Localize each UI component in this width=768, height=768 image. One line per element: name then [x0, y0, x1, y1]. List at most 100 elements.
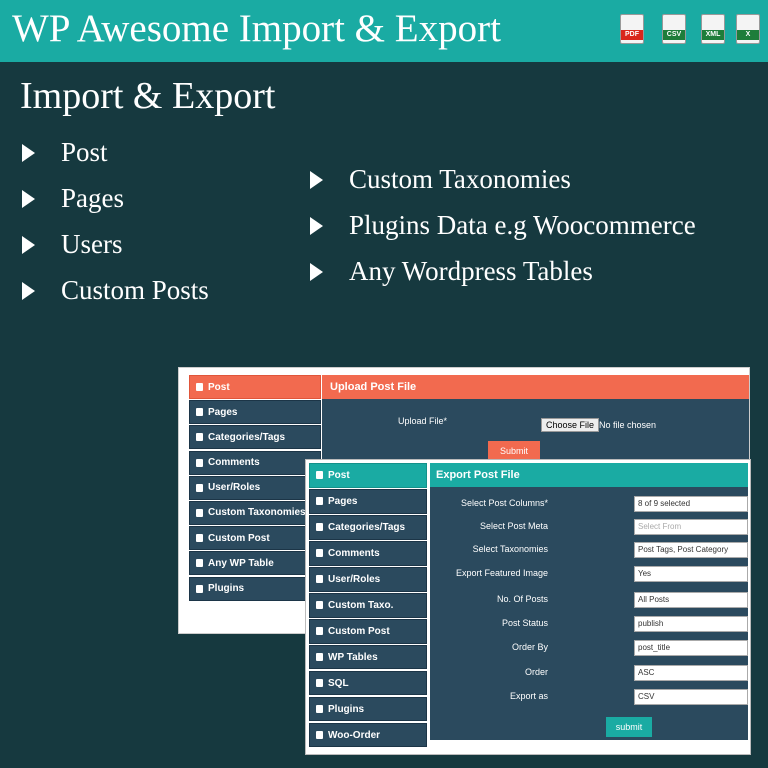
database-icon [316, 601, 323, 610]
menu-item-label: User/Roles [208, 482, 261, 494]
database-icon [316, 523, 323, 532]
field-select[interactable]: All Posts [634, 592, 748, 608]
menu-item-label: Pages [328, 495, 358, 507]
csv-file-icon: CSV [662, 14, 686, 44]
arrow-bullet-icon [22, 189, 35, 208]
menu-item-label: Custom Taxo. [328, 599, 394, 611]
menu-item-plugins[interactable]: Plugins [189, 576, 321, 601]
database-icon [316, 705, 323, 714]
arrow-bullet-icon [310, 170, 323, 189]
menu-item-label: User/Roles [328, 573, 381, 585]
arrow-bullet-icon [310, 262, 323, 281]
menu-item-custom-post[interactable]: Custom Post [309, 618, 427, 644]
field-label: Select Taxonomies [472, 544, 548, 554]
feature-item: Custom Posts [22, 275, 209, 306]
xml-file-icon: XML [701, 14, 725, 44]
feature-item: Custom Taxonomies [310, 164, 571, 195]
title-banner: WP Awesome Import & Export PDF CSV XML X [0, 0, 768, 62]
menu-item-label: Woo-Order [328, 729, 381, 741]
menu-item-label: Categories/Tags [328, 521, 406, 533]
export-form: Export Post File Select Post Columns* 8 o… [430, 463, 748, 740]
export-field-row: Order By post_title [430, 640, 748, 658]
field-label: Export as [509, 691, 548, 701]
menu-item-post[interactable]: Post [189, 375, 321, 399]
menu-item-categories-tags[interactable]: Categories/Tags [309, 514, 427, 540]
database-icon [196, 458, 203, 467]
menu-item-pages[interactable]: Pages [189, 400, 321, 425]
menu-item-label: Comments [328, 547, 380, 559]
export-field-row: Export as CSV [430, 689, 748, 707]
feature-item: Any Wordpress Tables [310, 256, 593, 287]
menu-item-label: Post [328, 469, 350, 481]
field-select[interactable]: Post Tags, Post Category [634, 542, 748, 558]
field-select[interactable]: post_title [634, 640, 748, 656]
feature-item: Users [22, 229, 123, 260]
menu-item-custom-taxonomies[interactable]: Custom Taxonomies [189, 500, 321, 525]
upload-form-header: Upload Post File [322, 375, 749, 399]
field-select[interactable]: CSV [634, 689, 748, 705]
field-select[interactable]: Yes [634, 566, 748, 582]
field-label: Export Featured Image [455, 568, 548, 578]
choose-file-button[interactable]: Choose File [541, 418, 600, 432]
menu-item-label: WP Tables [328, 651, 378, 663]
menu-item-user-roles[interactable]: User/Roles [189, 475, 321, 500]
export-sidebar: Post Pages Categories/Tags Comments User/Rol… [309, 463, 427, 749]
export-field-row: Select Post Meta Select From [430, 519, 748, 537]
export-submit-button[interactable]: submit [606, 717, 652, 737]
menu-item-comments[interactable]: Comments [309, 540, 427, 566]
menu-item-sql[interactable]: SQL [309, 670, 427, 696]
field-select[interactable]: ASC [634, 665, 748, 681]
menu-item-pages[interactable]: Pages [309, 488, 427, 514]
export-form-header: Export Post File [430, 463, 748, 487]
database-icon [196, 408, 203, 417]
banner-title: WP Awesome Import & Export [12, 7, 501, 50]
database-icon [196, 534, 203, 543]
feature-item: Pages [22, 183, 124, 214]
menu-item-label: Categories/Tags [208, 431, 286, 443]
menu-item-categories-tags[interactable]: Categories/Tags [189, 425, 321, 450]
database-icon [316, 679, 323, 688]
excel-file-icon: X [736, 14, 760, 44]
menu-item-any-wp-table[interactable]: Any WP Table [189, 551, 321, 576]
menu-item-comments[interactable]: Comments [189, 450, 321, 475]
menu-item-label: SQL [328, 677, 349, 689]
menu-item-label: Plugins [208, 583, 245, 594]
field-label: Select Post Meta [479, 521, 548, 531]
menu-item-wp-tables[interactable]: WP Tables [309, 644, 427, 670]
upload-form: Upload Post File Upload File* Choose Fil… [322, 375, 749, 461]
export-screenshot: Post Pages Categories/Tags Comments User/Rol… [306, 460, 750, 754]
upload-submit-button[interactable]: Submit [488, 441, 540, 461]
menu-item-label: Custom Post [208, 532, 270, 544]
menu-item-label: Comments [208, 457, 260, 469]
feature-item: Post [22, 137, 108, 168]
field-select[interactable]: Select From [634, 519, 748, 535]
field-label: Order By [511, 642, 548, 652]
pdf-file-icon: PDF [620, 14, 644, 44]
database-icon [316, 471, 323, 480]
arrow-bullet-icon [22, 143, 35, 162]
upload-file-label: Upload File* [398, 416, 448, 426]
menu-item-woo-order[interactable]: Woo-Order [309, 722, 427, 748]
database-icon [316, 731, 323, 740]
menu-item-label: Pages [208, 406, 238, 418]
database-icon [196, 483, 203, 492]
menu-item-plugins[interactable]: Plugins [309, 696, 427, 722]
arrow-bullet-icon [310, 216, 323, 235]
export-field-row: Post Status publish [430, 616, 748, 634]
menu-item-label: Custom Taxonomies [208, 507, 306, 519]
menu-item-custom-taxo[interactable]: Custom Taxo. [309, 592, 427, 618]
export-field-row: Order ASC [430, 665, 748, 683]
database-icon [316, 653, 323, 662]
menu-item-user-roles[interactable]: User/Roles [309, 566, 427, 592]
database-icon [196, 559, 203, 568]
menu-item-label: Plugins [328, 703, 365, 715]
export-field-row: Select Taxonomies Post Tags, Post Categor… [430, 542, 748, 560]
field-select[interactable]: 8 of 9 selected [634, 496, 748, 512]
field-label: Order [524, 667, 548, 677]
menu-item-post[interactable]: Post [309, 463, 427, 488]
menu-item-custom-post[interactable]: Custom Post [189, 526, 321, 551]
arrow-bullet-icon [22, 281, 35, 300]
import-sidebar: Post Pages Categories/Tags Comments User/Rol… [189, 375, 321, 602]
field-select[interactable]: publish [634, 616, 748, 632]
database-icon [196, 508, 203, 517]
